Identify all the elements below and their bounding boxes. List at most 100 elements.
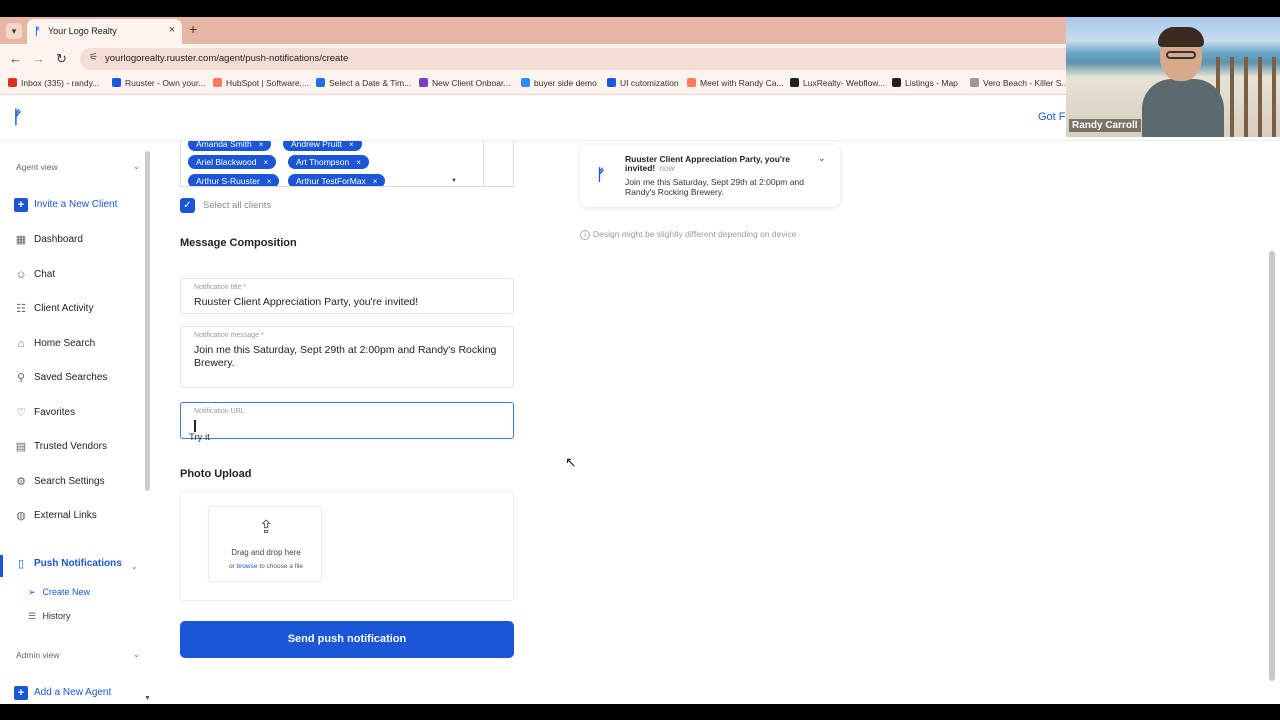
bookmark-item[interactable]: Listings - Map xyxy=(892,78,958,88)
chip-remove-icon[interactable]: × xyxy=(267,177,272,186)
photo-upload-area: ⇪ Drag and drop here or browse to choose… xyxy=(180,491,514,601)
select-all-label[interactable]: Select all clients xyxy=(203,200,271,211)
browser-tab[interactable]: ᚠ Your Logo Realty × xyxy=(27,19,182,44)
info-icon: i xyxy=(580,230,590,240)
bookmark-favicon-icon xyxy=(892,78,901,87)
chevron-down-icon[interactable]: ⌄ xyxy=(818,153,826,164)
sidebar-item-external-links[interactable]: ◍ External Links xyxy=(14,507,142,527)
notification-title-field[interactable]: Notification title * Ruuster Client Appr… xyxy=(180,278,514,314)
address-bar[interactable]: ⚟ yourlogorealty.ruuster.com/agent/push-… xyxy=(80,48,1080,70)
field-value[interactable]: Ruuster Client Appreciation Party, you'r… xyxy=(194,296,504,309)
bookmark-label: LuxRealty- Webflow... xyxy=(803,78,886,88)
recipient-chip[interactable]: Arthur S-Ruuster × xyxy=(188,174,280,186)
bookmark-item[interactable]: Meet with Randy Ca... xyxy=(687,78,784,88)
field-label: Notification title * xyxy=(194,284,247,291)
recipient-chip[interactable]: Andrew Pruitt × xyxy=(283,141,362,151)
chevron-down-icon[interactable]: ⌄ xyxy=(131,562,138,571)
sidebar-item-label: Favorites xyxy=(34,407,76,418)
sidebar-item-home-search[interactable]: ⌂ Home Search xyxy=(14,335,142,355)
back-arrow-icon[interactable]: ← xyxy=(9,51,22,66)
sidebar-item-label: Push Notifications xyxy=(34,558,122,569)
send-push-notification-button[interactable]: Send push notification xyxy=(180,621,514,658)
sidebar-item-label: Chat xyxy=(34,269,56,280)
sidebar-subitem-history[interactable]: ☰ History xyxy=(28,611,71,622)
sidebar-item-saved-searches[interactable]: ⚲ Saved Searches xyxy=(14,369,142,389)
send-icon: ➢ xyxy=(28,587,36,597)
select-all-checkbox[interactable]: ✓ xyxy=(180,198,195,213)
dropzone[interactable]: ⇪ Drag and drop here or browse to choose… xyxy=(208,506,322,582)
briefcase-icon: ▤ xyxy=(15,441,27,453)
sidebar-item-push-notifications[interactable]: ▯ Push Notifications xyxy=(14,555,142,575)
heart-icon: ♡ xyxy=(16,407,26,419)
ruuster-logo[interactable]: ᚠ xyxy=(12,107,23,128)
chip-label: Amanda Smith xyxy=(196,141,252,149)
bookmark-favicon-icon xyxy=(521,78,530,87)
bookmark-label: Meet with Randy Ca... xyxy=(700,78,784,88)
sidebar-item-trusted-vendors[interactable]: ▤ Trusted Vendors xyxy=(14,438,142,458)
photo-upload-heading: Photo Upload xyxy=(180,468,252,480)
scroll-down-icon[interactable]: ▼ xyxy=(144,695,151,702)
sidebar-scrollbar[interactable] xyxy=(145,151,150,491)
chevron-down-icon[interactable]: ⌄ xyxy=(133,650,140,659)
bookmark-item[interactable]: buyer side demo xyxy=(521,78,597,88)
plus-icon: + xyxy=(14,686,28,700)
new-tab-icon[interactable]: + xyxy=(189,21,197,37)
reload-icon[interactable]: ↻ xyxy=(56,51,67,67)
chevron-down-icon[interactable]: ⌄ xyxy=(133,162,140,171)
people-icon: ☷ xyxy=(16,303,26,315)
field-value[interactable]: Join me this Saturday, Sept 29th at 2:00… xyxy=(194,344,504,370)
sidebar-subitem-create-new[interactable]: ➢ Create New xyxy=(28,587,90,598)
sidebar-item-favorites[interactable]: ♡ Favorites xyxy=(14,404,142,424)
recipient-chip[interactable]: Amanda Smith × xyxy=(188,141,272,151)
gear-icon: ⚙ xyxy=(16,476,26,488)
sidebar-item-chat[interactable]: ☺ Chat xyxy=(14,266,142,286)
notification-message-field[interactable]: Notification message * Join me this Satu… xyxy=(180,326,514,388)
field-label: Notification message * xyxy=(194,332,264,339)
chip-remove-icon[interactable]: × xyxy=(373,177,378,186)
recipient-chip[interactable]: Arthur TestForMax × xyxy=(288,174,386,186)
bookmark-item[interactable]: New Client Onboar... xyxy=(419,78,510,88)
bookmark-favicon-icon xyxy=(687,78,696,87)
sidebar-item-dashboard[interactable]: ▦ Dashboard xyxy=(14,231,142,251)
bookmark-label: Listings - Map xyxy=(905,78,958,88)
chip-remove-icon[interactable]: × xyxy=(259,141,264,149)
recipient-chip[interactable]: Ariel Blackwood × xyxy=(188,155,277,169)
bookmark-item[interactable]: HubSpot | Software,... xyxy=(213,78,309,88)
sidebar-item-add-agent[interactable]: + Add a New Agent xyxy=(14,684,142,704)
sidebar-item-search-settings[interactable]: ⚙ Search Settings xyxy=(14,473,142,493)
recipient-chip[interactable]: Art Thompson × xyxy=(288,155,369,169)
site-settings-icon[interactable]: ⚟ xyxy=(89,52,98,63)
agent-view-heading: Agent view xyxy=(16,162,58,172)
bookmark-item[interactable]: Select a Date & Tim... xyxy=(316,78,411,88)
bookmark-favicon-icon xyxy=(970,78,979,87)
tab-search-icon[interactable]: ▾ xyxy=(6,23,22,39)
notification-url-field[interactable]: Notification URL xyxy=(180,402,514,439)
chip-remove-icon[interactable]: × xyxy=(263,158,268,167)
main-scrollbar[interactable] xyxy=(1269,251,1275,681)
tab-close-icon[interactable]: × xyxy=(169,24,175,36)
preview-body: Join me this Saturday, Sept 29th at 2:00… xyxy=(625,177,804,197)
try-it-button[interactable]: Try it xyxy=(189,432,210,443)
sidebar-item-invite-client[interactable]: + Invite a New Client xyxy=(14,196,142,216)
url-text[interactable]: yourlogorealty.ruuster.com/agent/push-no… xyxy=(105,53,348,64)
tab-title: Your Logo Realty xyxy=(48,26,117,36)
bookmark-item[interactable]: LuxRealty- Webflow... xyxy=(790,78,885,88)
forward-arrow-icon[interactable]: → xyxy=(32,51,45,66)
bookmark-item[interactable]: Inbox (335) - randy... xyxy=(8,78,99,88)
main-content: Amanda Smith × Andrew Pruitt × Ariel Black… xyxy=(152,141,1280,704)
bookmark-label: New Client Onboar... xyxy=(432,78,511,88)
field-label: Notification URL xyxy=(194,408,245,415)
text-caret xyxy=(194,420,196,432)
sidebar-item-client-activity[interactable]: ☷ Client Activity xyxy=(14,300,142,320)
device-disclaimer: i Design might be slightly different depe… xyxy=(580,229,797,240)
chip-scroll-down-icon[interactable]: ▼ xyxy=(451,178,457,184)
recipients-select[interactable]: Amanda Smith × Andrew Pruitt × Ariel Black… xyxy=(180,141,514,187)
browse-link[interactable]: browse xyxy=(237,563,258,570)
bookmark-item[interactable]: Ruuster - Own your... xyxy=(112,78,205,88)
bookmark-item[interactable]: Vero Beach - Killer S... xyxy=(970,78,1069,88)
bookmark-favicon-icon xyxy=(112,78,121,87)
chip-remove-icon[interactable]: × xyxy=(356,158,361,167)
chip-remove-icon[interactable]: × xyxy=(349,141,354,149)
subitem-label: History xyxy=(42,611,71,621)
bookmark-item[interactable]: UI cutomization xyxy=(607,78,679,88)
